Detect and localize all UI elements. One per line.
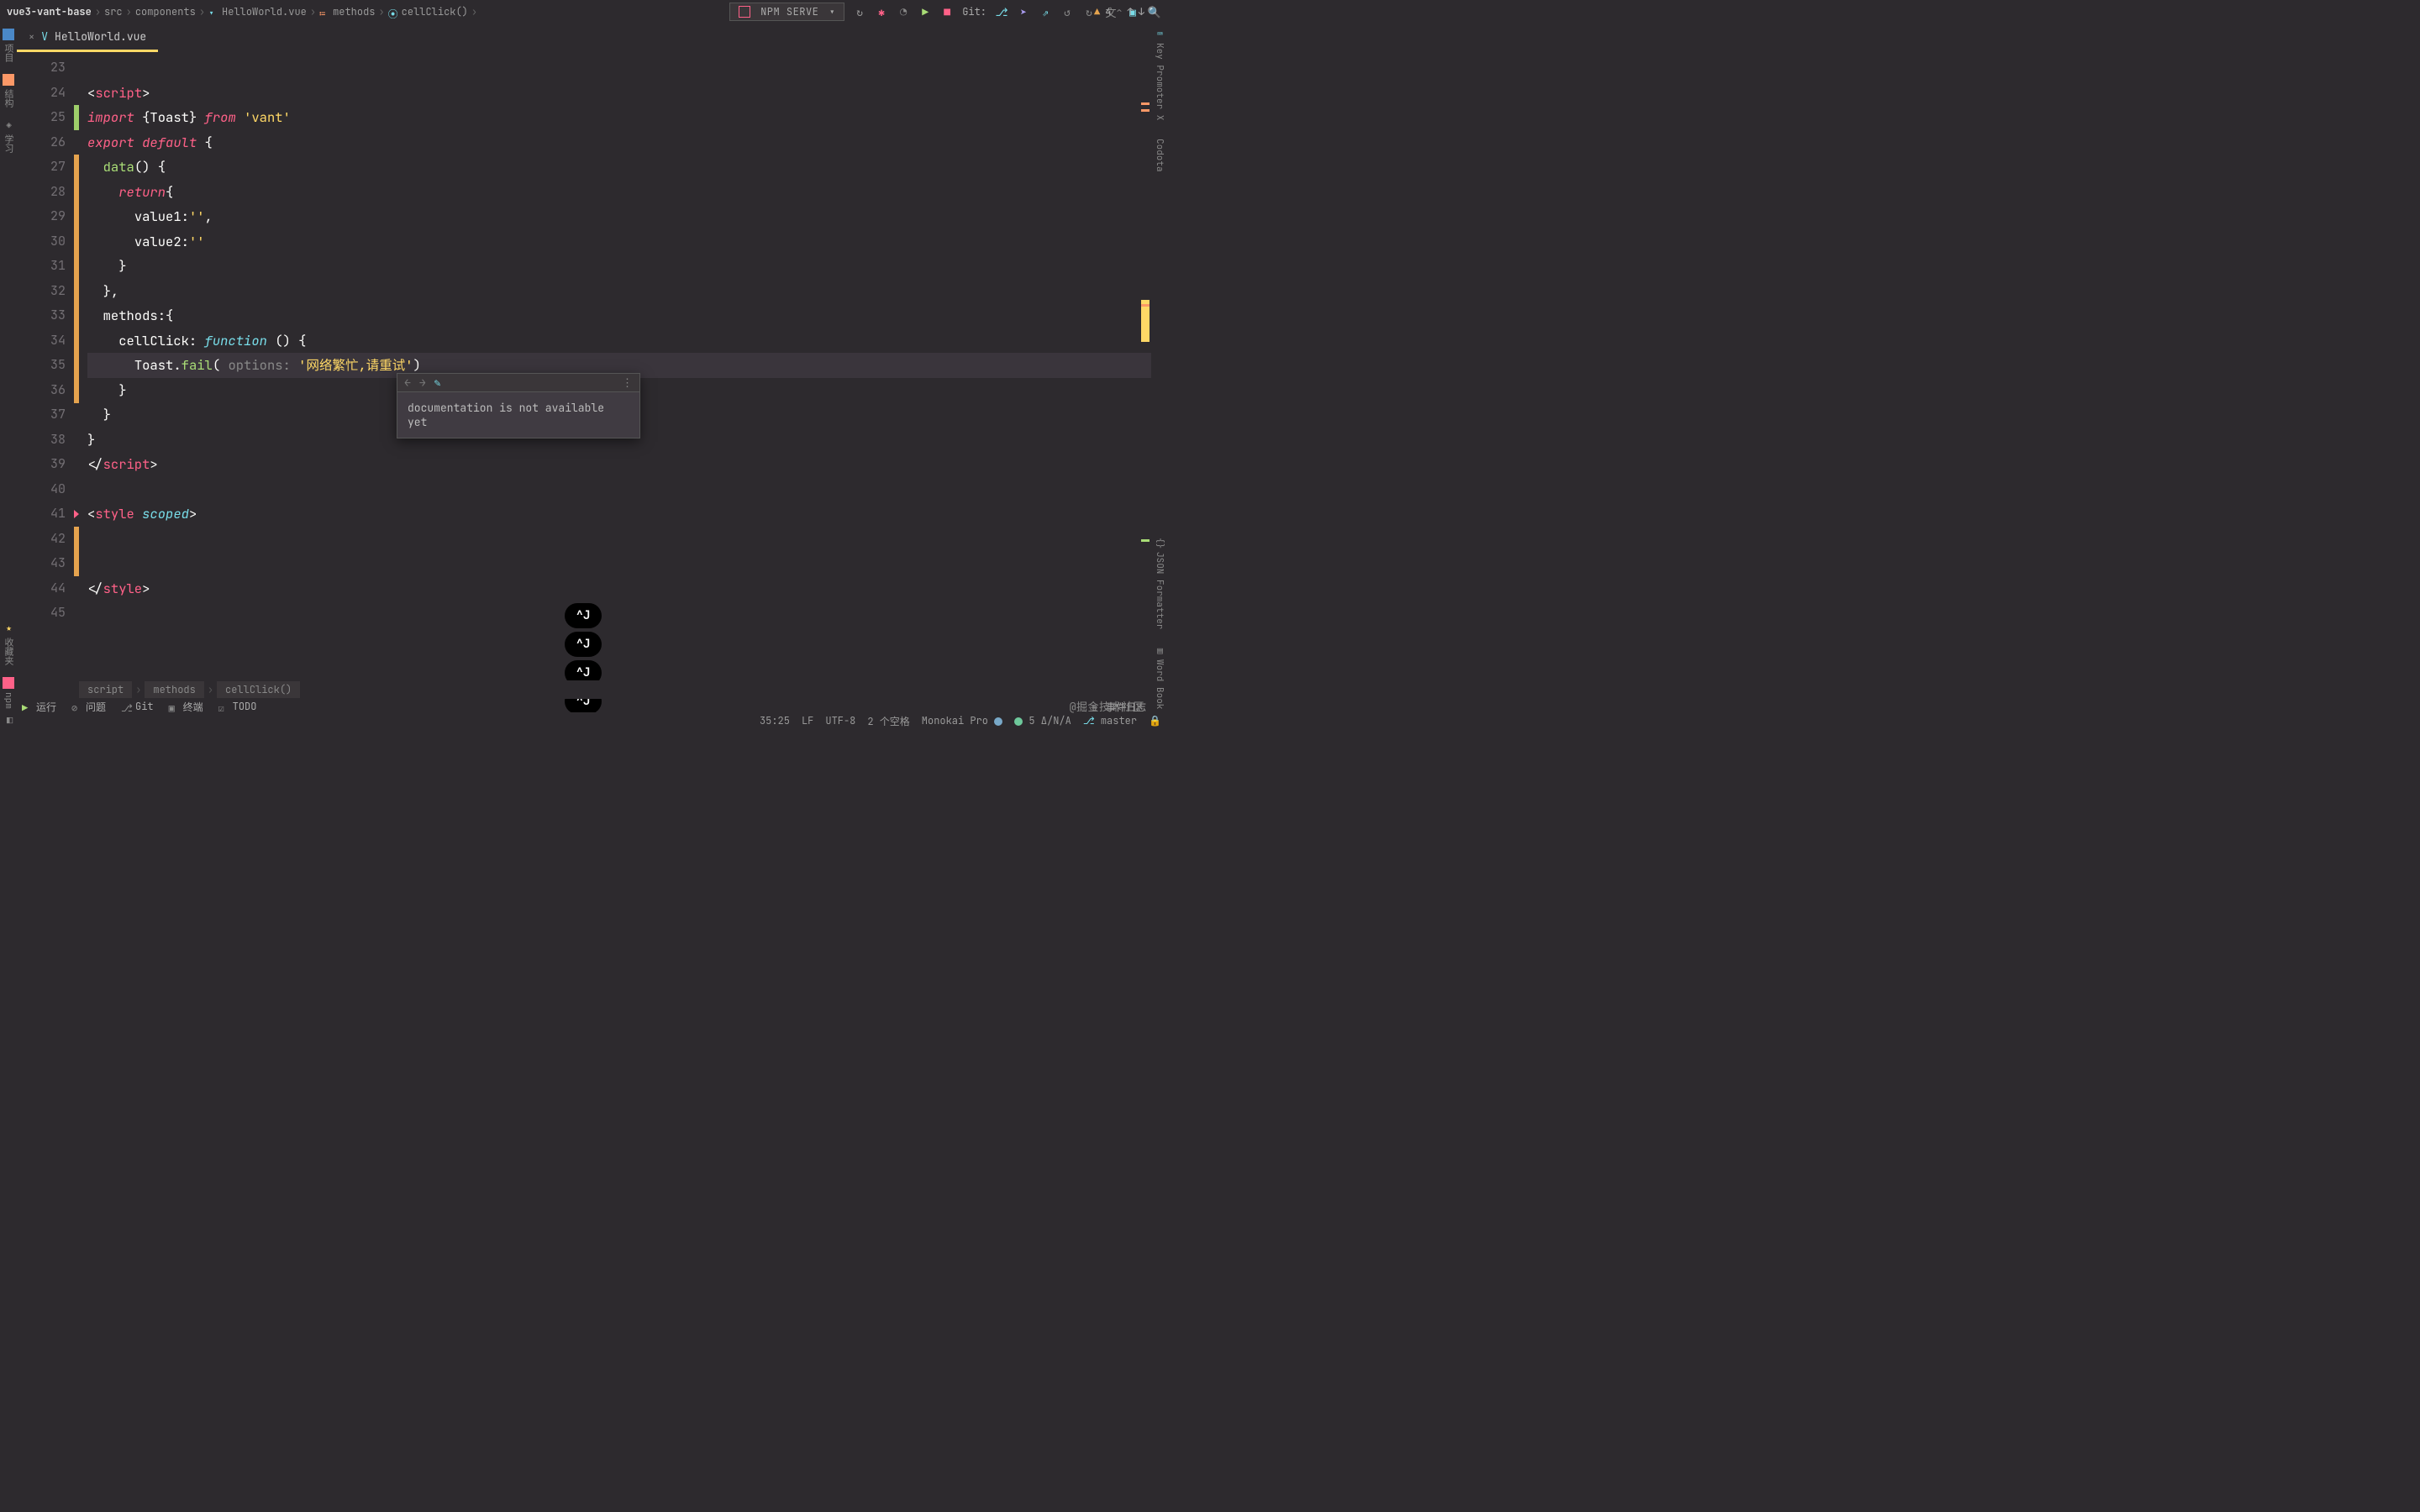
color-scheme[interactable]: Monokai Pro [922, 714, 1002, 727]
breadcrumb-file[interactable]: HelloWorld.vue [222, 5, 307, 18]
popup-toolbar: ← → ✎ ⋮ [397, 374, 639, 392]
tool-window-quick-access-icon[interactable]: ◧ [7, 714, 13, 727]
chevron-right-icon: › [135, 683, 141, 696]
warning-icon: ▲ [1094, 5, 1100, 18]
chevron-right-icon: › [378, 5, 384, 18]
problems-tool-window-button[interactable]: ⊘问题 [71, 700, 106, 714]
chevron-right-icon: › [95, 5, 101, 18]
error-stripe[interactable] [1141, 52, 1150, 692]
git-tool-window-button[interactable]: ⎇Git [121, 700, 154, 713]
tab-filename: HelloWorld.vue [55, 29, 146, 44]
editor-tab-active[interactable]: × V HelloWorld.vue [17, 24, 158, 52]
run-config-label: NPM SERVE [760, 5, 818, 18]
chevron-right-icon: › [208, 683, 213, 696]
editor-breadcrumbs-bottom: script › methods › cellClick() [72, 680, 1151, 699]
rerun-icon[interactable]: ↻ [853, 5, 866, 18]
shortcut-hint-pill: ^J [565, 632, 602, 657]
git-history-icon[interactable]: ↺ [1060, 5, 1074, 18]
chevron-right-icon: › [199, 5, 205, 18]
breadcrumb-chip[interactable]: methods [145, 681, 203, 698]
method-icon: ⦿ [388, 7, 398, 17]
breadcrumb-folder[interactable]: src [104, 5, 123, 18]
close-tab-icon[interactable]: × [29, 30, 34, 44]
line-separator[interactable]: LF [802, 714, 813, 727]
vue-file-icon: V [41, 29, 48, 44]
indent-settings[interactable]: 2 个空格 [867, 714, 909, 728]
project-tool-window-button[interactable]: 项目 [2, 29, 15, 62]
search-everywhere-icon[interactable]: 🔍 [1148, 5, 1161, 18]
forward-icon[interactable]: → [419, 375, 426, 390]
left-tool-stripe: 项目 结构 ◈学习 ★收藏夹 npm [0, 24, 17, 709]
breadcrumb-group[interactable]: methods [333, 5, 375, 18]
more-menu-icon[interactable]: ⋮ [622, 375, 633, 390]
file-encoding[interactable]: UTF-8 [825, 714, 855, 727]
git-toolbar-label: Git: [962, 5, 986, 18]
todo-tool-window-button[interactable]: ☑TODO [218, 700, 257, 713]
caret-icon: ⌃ [1116, 5, 1122, 18]
next-highlight-icon[interactable]: ↓ [1139, 5, 1144, 18]
npm-icon [739, 6, 750, 18]
terminal-tool-window-button[interactable]: ▣终端 [169, 700, 203, 714]
breadcrumb-method[interactable]: cellClick() [402, 5, 468, 18]
git-branch-status[interactable]: ⎇ master [1083, 714, 1137, 727]
documentation-text: documentation is not available yet [397, 392, 639, 438]
code-content[interactable]: <script> import {Toast} from 'vant' expo… [87, 52, 1151, 692]
breadcrumb-folder[interactable]: components [135, 5, 196, 18]
right-tool-stripe: ⌨Key Promoter X Codota {}JSON Formatter … [1151, 24, 1168, 709]
structure-tool-window-button[interactable]: 结构 [2, 74, 15, 108]
back-icon[interactable]: ← [404, 375, 411, 390]
vcs-marker-column [74, 52, 87, 692]
editor-tabs: × V HelloWorld.vue [17, 24, 1151, 52]
git-push-icon[interactable]: ⇗ [1039, 5, 1052, 18]
npm-tool-window-button[interactable]: npm [3, 677, 14, 709]
run-tool-window-button[interactable]: ▶运行 [22, 700, 56, 714]
breadcrumb-chip[interactable]: script [79, 681, 132, 698]
prev-highlight-icon[interactable]: ↑ [1128, 5, 1134, 18]
chevron-right-icon: › [471, 5, 477, 18]
codota-tool-window-button[interactable]: Codota [1154, 135, 1165, 172]
learn-tool-window-button[interactable]: ◈学习 [2, 119, 15, 153]
vue-file-icon: ▾ [208, 7, 218, 17]
breadcrumb-chip[interactable]: cellClick() [217, 681, 300, 698]
status-bar: ◧ 35:25 LF UTF-8 2 个空格 Monokai Pro 5 Δ/N… [0, 712, 1168, 729]
chevron-right-icon: › [126, 5, 132, 18]
watermark-text: @掘金技术社区 [1070, 698, 1144, 714]
bug-icon[interactable]: ✱ [875, 5, 888, 18]
run-icon[interactable]: ▶ [918, 5, 932, 18]
warning-count: 4 [1105, 5, 1111, 18]
coverage-icon[interactable]: ◔ [897, 5, 910, 18]
editor-area: 2324252627282930313233343536373839404142… [17, 52, 1151, 692]
method-group-icon: ≔ [319, 7, 329, 17]
caret-position[interactable]: 35:25 [760, 714, 790, 727]
json-formatter-tool-window-button[interactable]: {}JSON Formatter [1154, 538, 1165, 630]
git-commit-icon[interactable]: ➤ [1017, 5, 1030, 18]
chevron-right-icon: › [310, 5, 316, 18]
run-configuration-dropdown[interactable]: NPM SERVE ▾ [729, 3, 844, 21]
quick-documentation-popup: ← → ✎ ⋮ documentation is not available y… [397, 373, 640, 438]
chevron-down-icon: ▾ [829, 5, 835, 19]
line-number-gutter: 2324252627282930313233343536373839404142… [17, 52, 74, 692]
favorites-tool-window-button[interactable]: ★收藏夹 [2, 622, 15, 665]
shortcut-hint-pill: ^J [565, 603, 602, 628]
lock-icon[interactable]: 🔒 [1149, 714, 1161, 727]
inspections-widget[interactable]: ▲ 4 ⌃ ↑ ↓ [1094, 5, 1144, 18]
breadcrumbs: vue3-vant-base › src › components › ▾ He… [7, 5, 723, 18]
word-book-tool-window-button[interactable]: ▤Word Book [1154, 645, 1165, 709]
key-promoter-tool-window-button[interactable]: ⌨Key Promoter X [1154, 29, 1165, 120]
git-branch-icon[interactable]: ⎇ [995, 5, 1008, 18]
codota-status[interactable]: 5 Δ/N/A [1014, 714, 1071, 727]
edit-source-icon[interactable]: ✎ [434, 375, 441, 390]
stop-icon[interactable]: ■ [940, 5, 954, 18]
navigation-bar: vue3-vant-base › src › components › ▾ He… [0, 0, 1168, 24]
breadcrumb-project[interactable]: vue3-vant-base [7, 5, 92, 18]
